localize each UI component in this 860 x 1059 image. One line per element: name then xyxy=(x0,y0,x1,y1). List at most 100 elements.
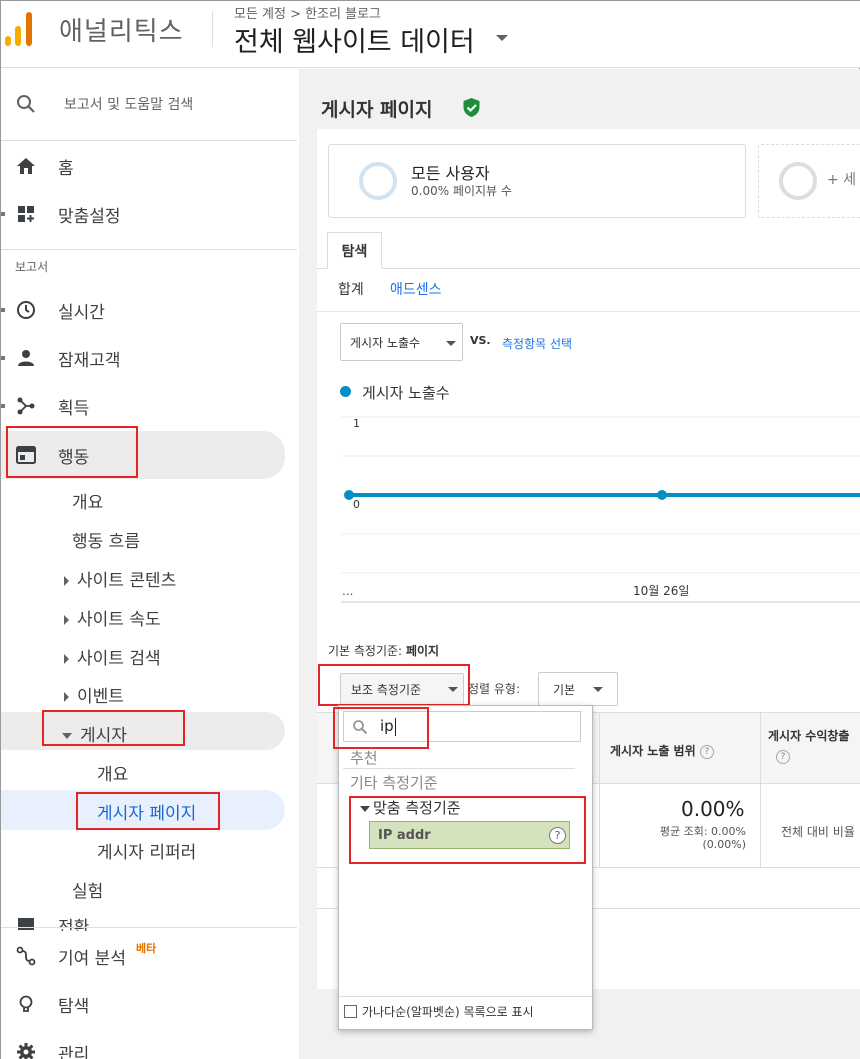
sort-type-dropdown[interactable]: 기본 xyxy=(538,672,618,706)
section-divider xyxy=(317,311,860,312)
subtab-adsense[interactable]: 애드센스 xyxy=(390,279,442,299)
tab-explore[interactable]: 탐색 xyxy=(327,232,382,269)
other-dimensions-group[interactable]: 기타 측정기준 xyxy=(350,772,438,793)
sidebar-subitem-publisher-overview[interactable]: 개요 xyxy=(97,760,128,785)
sidebar-item-discover[interactable]: 탐색 xyxy=(1,982,297,1026)
sidebar-item-label: 탐색 xyxy=(58,996,90,1017)
sidebar-divider xyxy=(1,140,297,141)
metric-dropdown[interactable]: 게시자 노출수 xyxy=(340,323,463,361)
sort-type-label: 정렬 유형: xyxy=(468,682,521,696)
legend-dot-icon xyxy=(340,386,351,397)
sidebar-item-attribution[interactable]: 기여 분석 베타 xyxy=(1,934,297,978)
subtab-total[interactable]: 합계 xyxy=(338,279,364,299)
sidebar-item-realtime[interactable]: 실시간 xyxy=(1,288,297,332)
vs-label: VS. xyxy=(470,334,491,347)
sidebar-item-home[interactable]: 홈 xyxy=(1,144,297,188)
dimension-search-input[interactable]: ip xyxy=(343,711,581,742)
sidebar-item-label: 획득 xyxy=(58,398,90,419)
column-header-impression-coverage[interactable]: 게시자 노출 범위 ? xyxy=(610,742,714,759)
verified-shield-icon xyxy=(462,97,481,122)
sidebar-item-audience[interactable]: 잠재고객 xyxy=(1,336,297,380)
person-icon xyxy=(15,347,37,369)
add-segment-card[interactable]: + 세 xyxy=(758,144,860,218)
chevron-down-icon xyxy=(448,687,458,692)
popup-divider xyxy=(343,768,575,769)
sidebar-item-label: 잠재고객 xyxy=(58,350,121,371)
analytics-logo-icon[interactable] xyxy=(1,1,41,68)
chart-legend-label: 게시자 노출수 xyxy=(362,384,450,402)
chevron-down-icon xyxy=(593,687,603,692)
recommended-group[interactable]: 추천 xyxy=(350,747,378,768)
sidebar-item-conversions[interactable]: 전환 xyxy=(1,911,297,931)
primary-dimension-value[interactable]: 페이지 xyxy=(406,644,439,658)
segment-ring-icon xyxy=(779,162,817,200)
primary-dimension-label: 기본 측정기준: xyxy=(328,644,403,658)
help-icon[interactable]: ? xyxy=(699,744,714,759)
sidebar-item-label: 홈 xyxy=(58,158,74,179)
segment-ring-icon xyxy=(359,162,397,200)
help-icon[interactable]: ? xyxy=(776,750,790,764)
sidebar-subitem-events[interactable]: 이벤트 xyxy=(64,682,124,707)
primary-dimension: 기본 측정기준: 페이지 xyxy=(328,642,439,659)
custom-dimensions-group[interactable]: 맞춤 측정기준 xyxy=(360,797,461,818)
column-header-revenue[interactable]: 게시자 수익창출 xyxy=(768,727,849,744)
sidebar-subitem-overview[interactable]: 개요 xyxy=(72,488,103,513)
property-selector[interactable]: 전체 웹사이트 데이터 xyxy=(234,20,475,59)
sidebar-item-label: 기여 분석 xyxy=(58,948,126,969)
select-metric-link[interactable]: 측정항목 선택 xyxy=(502,335,572,352)
avg-view-paren: (0.00%) xyxy=(702,838,746,851)
gear-icon xyxy=(15,1041,37,1059)
sidebar-item-customization[interactable]: 맞춤설정 xyxy=(1,192,297,236)
sidebar-subitem-label: 게시자 xyxy=(80,726,127,746)
sidebar-subitem-publisher-pages[interactable]: 게시자 페이지 xyxy=(97,799,196,824)
segment-card-all-users[interactable]: 모든 사용자 0.00% 페이지뷰 수 xyxy=(328,144,746,218)
secondary-dimension-button[interactable]: 보조 측정기준 xyxy=(340,673,464,705)
column-header-label: 게시자 노출 범위 xyxy=(610,744,696,758)
search-icon xyxy=(352,719,368,739)
sidebar-subitem-site-content[interactable]: 사이트 콘텐츠 xyxy=(64,566,176,591)
sidebar-subitem-publisher[interactable]: 게시자 xyxy=(62,721,127,746)
chevron-down-icon xyxy=(446,341,456,346)
chevron-down-icon[interactable] xyxy=(496,35,508,41)
chevron-right-icon xyxy=(64,615,69,625)
segment-stat: 0.00% 페이지뷰 수 xyxy=(411,184,512,198)
dimension-option-ip-addr[interactable]: IP addr ? xyxy=(369,821,570,849)
x-tick-ellipsis: ... xyxy=(342,584,354,598)
sidebar-subitem-label: 사이트 검색 xyxy=(77,649,161,669)
sidebar-divider xyxy=(1,927,297,928)
metric-dropdown-label: 게시자 노출수 xyxy=(350,335,421,350)
acquisition-icon xyxy=(15,395,37,417)
segment-name: 모든 사용자 xyxy=(411,164,490,183)
expand-dot xyxy=(1,404,5,408)
avg-view-label: 평균 조회: 0.00% xyxy=(659,825,746,838)
sidebar-item-behavior[interactable]: 행동 xyxy=(1,433,297,477)
sidebar-subitem-site-speed[interactable]: 사이트 속도 xyxy=(64,605,161,630)
alphabetical-list-toggle[interactable]: 가나다순(알파벳순) 목록으로 표시 xyxy=(344,1003,534,1020)
impression-coverage-total: 0.00% xyxy=(681,797,745,821)
sidebar-item-admin[interactable]: 관리 xyxy=(1,1030,297,1059)
sidebar-subitem-experiments[interactable]: 실험 xyxy=(72,877,103,902)
expand-dot xyxy=(1,308,5,312)
clock-icon xyxy=(15,299,37,321)
sidebar-item-label: 전환 xyxy=(58,918,90,931)
y-tick-label: 0 xyxy=(353,498,360,511)
sidebar-item-acquisition[interactable]: 획득 xyxy=(1,384,297,428)
secondary-dimension-label: 보조 측정기준 xyxy=(351,682,422,697)
sidebar-subitem-label: 사이트 속도 xyxy=(77,610,161,630)
expand-dot xyxy=(1,212,5,216)
sidebar-subitem-flow[interactable]: 행동 흐름 xyxy=(72,527,140,552)
sidebar-subitem-site-search[interactable]: 사이트 검색 xyxy=(64,644,161,669)
column-separator xyxy=(599,712,600,867)
checkbox-label: 가나다순(알파벳순) 목록으로 표시 xyxy=(362,1005,534,1019)
custom-dimensions-label: 맞춤 측정기준 xyxy=(373,799,461,817)
help-icon[interactable]: ? xyxy=(549,827,566,844)
sidebar-item-label: 관리 xyxy=(58,1044,90,1059)
lightbulb-icon xyxy=(15,993,37,1015)
sidebar: 보고서 및 도움말 검색 홈 맞춤설정 보고서 실시간 잠재고객 획득 행동 개… xyxy=(1,69,299,1059)
sidebar-search[interactable]: 보고서 및 도움말 검색 xyxy=(1,82,297,126)
y-tick-label: 1 xyxy=(353,417,360,430)
sidebar-subitem-publisher-referrers[interactable]: 게시자 리퍼러 xyxy=(97,838,196,863)
data-point[interactable] xyxy=(657,490,667,500)
checkbox[interactable] xyxy=(344,1005,357,1018)
home-icon xyxy=(15,155,37,177)
